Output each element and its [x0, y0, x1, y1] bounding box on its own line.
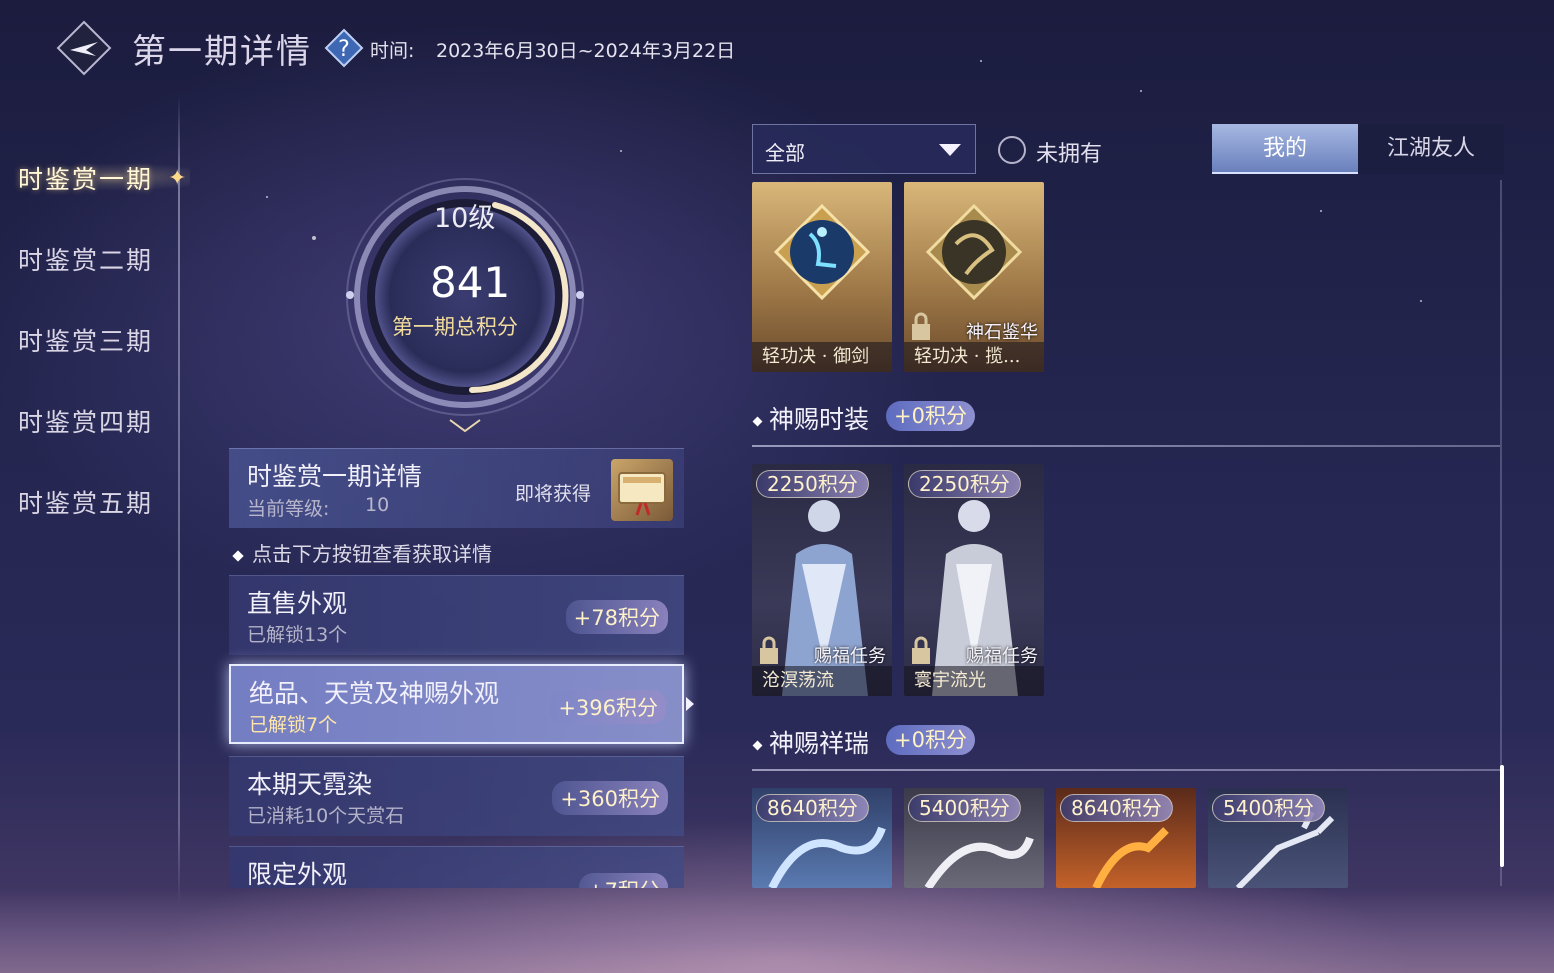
nav-item-period-3[interactable]: 时鉴赏三期: [18, 322, 153, 358]
item-source: 赐福任务: [814, 646, 886, 667]
back-button[interactable]: [56, 20, 112, 76]
mount-points-badge: 8640积分: [756, 794, 869, 822]
nav-item-period-4[interactable]: 时鉴赏四期: [18, 403, 153, 439]
category-points: +7积分: [579, 873, 668, 888]
item-name: 寰宇流光: [904, 666, 1044, 696]
star-decoration: [980, 60, 982, 62]
category-direct-sale[interactable]: 直售外观 已解锁13个 +78积分: [229, 575, 684, 655]
category-title: 本期天霓染: [247, 770, 373, 799]
total-score: 841: [430, 258, 511, 307]
nav-item-period-5[interactable]: 时鉴赏五期: [18, 484, 153, 520]
section-title-text: 神赐祥瑞: [769, 729, 870, 758]
time-label: 时间:: [370, 40, 415, 62]
selected-arrow-icon: [686, 697, 694, 711]
star-decoration: [1140, 90, 1142, 92]
category-dye[interactable]: 本期天霓染 已消耗10个天赏石 +360积分: [229, 756, 684, 836]
bottom-decoration: [0, 888, 1554, 973]
lock-icon: [912, 312, 930, 340]
filter-dropdown[interactable]: 全部: [752, 124, 976, 174]
category-subtitle: 已消耗10个天赏石: [247, 805, 405, 827]
item-card[interactable]: 神石鉴华 轻功决 · 揽...: [904, 182, 1044, 372]
section-divider: [752, 445, 1500, 447]
mount-card[interactable]: 5400积分: [904, 788, 1044, 888]
qinggong-sword-icon: [774, 204, 870, 300]
upcoming-reward-label: 即将获得: [515, 483, 592, 505]
nav-divider: [178, 95, 180, 905]
star-decoration: [1320, 210, 1322, 212]
chevron-down-icon: [939, 144, 961, 156]
category-subtitle: 已解锁7个: [249, 714, 338, 736]
help-icon[interactable]: ?: [324, 28, 364, 68]
mount-points-badge: 8640积分: [1060, 794, 1173, 822]
unowned-radio[interactable]: [998, 136, 1026, 164]
reward-item-icon[interactable]: [611, 459, 673, 521]
lock-icon: [760, 636, 778, 664]
item-name: 轻功决 · 御剑: [752, 342, 892, 372]
outfit-points-badge: 2250积分: [756, 470, 869, 498]
category-subtitle: 已解锁13个: [247, 624, 348, 646]
item-name: 轻功决 · 揽...: [904, 342, 1044, 372]
hint-label: 点击下方按钮查看获取详情: [252, 542, 492, 566]
section-mount-title: 神赐祥瑞: [752, 724, 870, 760]
level-text: 10级: [434, 203, 496, 234]
section-outfit-points: +0积分: [886, 401, 975, 431]
mount-card[interactable]: 5400积分: [1208, 788, 1348, 888]
outfit-card[interactable]: 2250积分 赐福任务 寰宇流光: [904, 464, 1044, 696]
svg-text:?: ?: [338, 37, 350, 62]
category-title: 直售外观: [247, 589, 348, 618]
hint-text: 点击下方按钮查看获取详情: [232, 538, 492, 567]
mount-card[interactable]: 8640积分: [1056, 788, 1196, 888]
detail-title: 时鉴赏一期详情: [247, 462, 423, 491]
tab-mine[interactable]: 我的: [1212, 124, 1358, 174]
star-decoration: [266, 196, 268, 198]
period-detail-card[interactable]: 时鉴赏一期详情 当前等级: 10 即将获得: [229, 448, 684, 528]
nav-item-period-1[interactable]: 时鉴赏一期: [18, 160, 153, 196]
item-source: 赐福任务: [966, 646, 1038, 667]
time-range: 2023年6月30日~2024年3月22日: [436, 40, 736, 62]
category-limited[interactable]: 限定外观 +7积分: [229, 846, 684, 888]
scrollbar-thumb[interactable]: [1500, 765, 1504, 867]
item-name: 沧溟荡流: [752, 666, 892, 696]
mount-card[interactable]: 8640积分: [752, 788, 892, 888]
item-card[interactable]: 轻功决 · 御剑: [752, 182, 892, 372]
category-premium-outfits[interactable]: 绝品、天赏及神赐外观 已解锁7个 +396积分: [229, 664, 684, 744]
filter-dropdown-value: 全部: [765, 141, 805, 165]
section-title-text: 神赐时装: [769, 405, 870, 434]
star-decoration: [620, 150, 622, 152]
category-points: +360积分: [552, 781, 668, 815]
star-decoration: [1420, 300, 1422, 302]
page-title: 第一期详情: [132, 32, 312, 72]
tab-friends[interactable]: 江湖友人: [1358, 124, 1504, 174]
nav-item-period-2[interactable]: 时鉴赏二期: [18, 241, 153, 277]
star-decoration: [312, 236, 316, 240]
total-score-label: 第一期总积分: [392, 315, 518, 339]
category-points: +78积分: [565, 600, 668, 634]
category-title: 限定外观: [247, 860, 348, 888]
current-level-value: 10: [365, 494, 390, 516]
lock-icon: [912, 636, 930, 664]
mount-points-badge: 5400积分: [1212, 794, 1325, 822]
section-mount-points: +0积分: [886, 725, 975, 755]
category-title: 绝品、天赏及神赐外观: [249, 679, 500, 708]
outfit-points-badge: 2250积分: [908, 470, 1021, 498]
unowned-label[interactable]: 未拥有: [1036, 136, 1102, 168]
section-outfit-title: 神赐时装: [752, 400, 870, 436]
qinggong-icon: [926, 204, 1022, 300]
spark-icon: ✦: [168, 166, 187, 191]
item-source: 神石鉴华: [966, 322, 1038, 343]
category-points: +396积分: [550, 690, 666, 724]
current-level-label: 当前等级:: [247, 498, 330, 520]
section-divider: [752, 769, 1500, 771]
mount-points-badge: 5400积分: [908, 794, 1021, 822]
outfit-card[interactable]: 2250积分 赐福任务 沧溟荡流: [752, 464, 892, 696]
